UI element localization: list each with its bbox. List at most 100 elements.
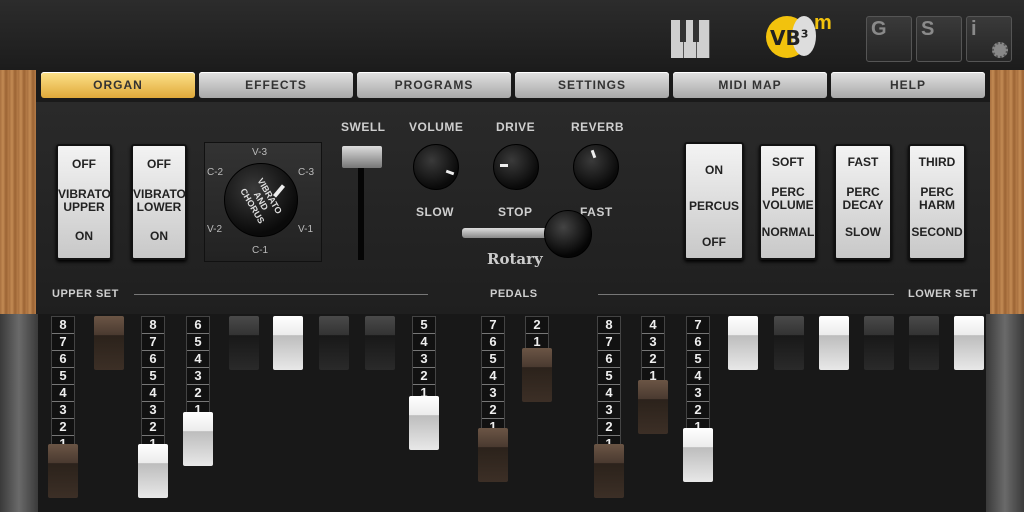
drawbar[interactable]: 4321 [638, 316, 668, 434]
knob-indicator [445, 169, 455, 176]
drawbar-number: 2 [187, 385, 209, 402]
drawbar-number: 4 [187, 351, 209, 368]
switch-label: VIBRATO LOWER [133, 187, 186, 214]
drawbar-number: 3 [598, 402, 620, 419]
switch-label: PERC VOLUME [762, 185, 814, 212]
drawbar-handle[interactable] [909, 316, 939, 370]
drawbar-number: 3 [642, 334, 664, 351]
tab-help[interactable]: HELP [831, 72, 985, 98]
s-icon: S [921, 18, 935, 40]
drawbar-stem: 54321 [412, 316, 436, 403]
tab-settings[interactable]: SETTINGS [515, 72, 669, 98]
gear-icon [992, 42, 1008, 58]
swell-label: SWELL [341, 120, 386, 134]
drawbar-handle[interactable] [478, 428, 508, 482]
drawbar-stem: 7654321 [481, 316, 505, 437]
drawbar[interactable]: 21 [522, 316, 552, 402]
rail-right [986, 314, 1024, 512]
rotary-label: Rotary [487, 250, 543, 268]
drawbar-number: 4 [598, 385, 620, 402]
perc-harmonic-switch[interactable]: THIRD PERC HARM SECOND [908, 144, 966, 260]
rotary-stop-label: STOP [498, 205, 533, 219]
info-button[interactable]: i [966, 16, 1012, 62]
drawbar-handle[interactable] [138, 444, 168, 498]
perc-decay-switch[interactable]: FAST PERC DECAY SLOW [834, 144, 892, 260]
reverb-knob[interactable] [573, 144, 619, 190]
drawbar-handle[interactable] [273, 316, 303, 370]
drawbar-handle[interactable] [409, 396, 439, 450]
drawbar-handle[interactable] [365, 316, 395, 370]
rotary-speed-lever[interactable] [544, 210, 592, 258]
volume-knob[interactable] [413, 144, 459, 190]
drawbar[interactable]: 87654321 [594, 316, 624, 498]
volume-label: VOLUME [409, 120, 464, 134]
drawbar-number: 6 [687, 334, 709, 351]
drawbar[interactable]: 87654321 [48, 316, 78, 498]
drawbar-handle[interactable] [183, 412, 213, 466]
vibrato-position-label: V-1 [298, 224, 314, 235]
drawbar-handle[interactable] [683, 428, 713, 482]
drawbar-handle[interactable] [319, 316, 349, 370]
drawbar-handle[interactable] [864, 316, 894, 370]
percussion-switch[interactable]: ON PERCUS OFF [684, 142, 744, 260]
drawbar-stem: 21 [525, 316, 549, 352]
switch-label: PERCUS [688, 199, 739, 213]
vibrato-upper-switch[interactable]: OFF VIBRATO UPPER ON [56, 144, 112, 260]
drawbar[interactable]: 7654321 [478, 316, 508, 482]
drawbar-number: 3 [187, 368, 209, 385]
drawbar[interactable]: 7654321 [683, 316, 713, 482]
vibrato-chorus-knob[interactable]: VIBRATO AND CHORUS [224, 163, 298, 237]
swell-pedal-slider[interactable] [342, 146, 382, 168]
logo-m: m [814, 12, 832, 34]
drawbar-handle[interactable] [94, 316, 124, 370]
drawbar-number: 2 [687, 402, 709, 419]
drawbar-stem: 7654321 [686, 316, 710, 437]
drive-knob[interactable] [493, 144, 539, 190]
drawbar-number: 3 [413, 351, 435, 368]
drawbar-handle[interactable] [594, 444, 624, 498]
logo-text: VB3 [770, 26, 809, 50]
drawbar-handle[interactable] [522, 348, 552, 402]
piano-black-key [693, 20, 699, 42]
tab-effects[interactable]: EFFECTS [199, 72, 353, 98]
drawbar-handle[interactable] [774, 316, 804, 370]
drawbar-number: 5 [142, 368, 164, 385]
drawbar[interactable]: 87654321 [138, 316, 168, 498]
drawbar-number: 3 [687, 385, 709, 402]
keyboard-view-button[interactable] [671, 20, 713, 60]
drawbar-number: 7 [142, 334, 164, 351]
switch-bottom-label: SECOND [911, 225, 963, 239]
switch-label: PERC DECAY [842, 185, 884, 212]
drawbar-handle[interactable] [819, 316, 849, 370]
drawbar-number: 4 [52, 385, 74, 402]
tab-midi-map[interactable]: MIDI MAP [673, 72, 827, 98]
perc-volume-switch[interactable]: SOFT PERC VOLUME NORMAL [759, 144, 817, 260]
g-button[interactable]: G [866, 16, 912, 62]
drawbar-handle[interactable] [229, 316, 259, 370]
drawbar-number: 6 [187, 317, 209, 334]
lower-set-label: LOWER SET [908, 288, 978, 300]
drawbar-number: 6 [142, 351, 164, 368]
switch-bottom-label: ON [75, 229, 93, 243]
drawbar[interactable]: 54321 [409, 316, 439, 450]
switch-label: VIBRATO UPPER [58, 187, 111, 214]
vibrato-lower-switch[interactable]: OFF VIBRATO LOWER ON [131, 144, 187, 260]
drawbar[interactable]: 654321 [183, 316, 213, 466]
drawbar-handle[interactable] [48, 444, 78, 498]
drawbar-number: 3 [142, 402, 164, 419]
knob-indicator [500, 164, 508, 167]
switch-top-label: ON [705, 163, 723, 177]
drawbar-number: 7 [598, 334, 620, 351]
s-button[interactable]: S [916, 16, 962, 62]
drawbar-handle[interactable] [638, 380, 668, 434]
vibrato-position-label: C-1 [252, 245, 269, 256]
drawbar-handle[interactable] [728, 316, 758, 370]
tab-programs[interactable]: PROGRAMS [357, 72, 511, 98]
tab-organ[interactable]: ORGAN [41, 72, 195, 98]
switch-top-label: OFF [147, 157, 171, 171]
drawbar-handle[interactable] [954, 316, 984, 370]
switch-top-label: THIRD [918, 155, 956, 169]
drawbar-number: 2 [142, 419, 164, 436]
divider-line [598, 294, 894, 295]
drawbar-number: 3 [482, 385, 504, 402]
